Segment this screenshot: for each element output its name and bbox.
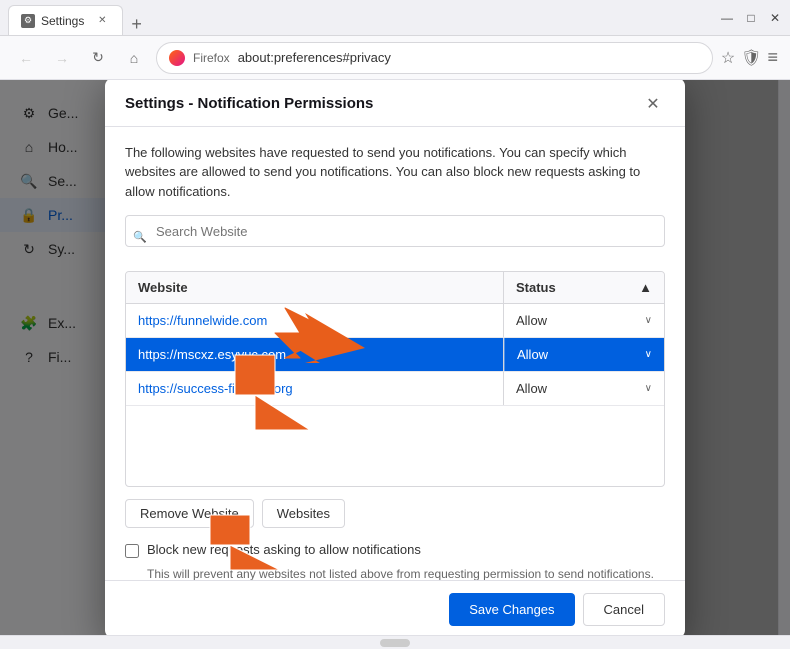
reload-button[interactable]: ↻ xyxy=(84,44,112,72)
status-value: Allow xyxy=(517,347,548,362)
table-row[interactable]: https://funnelwide.com Allow ∨ xyxy=(126,304,664,338)
search-website-input[interactable] xyxy=(125,215,665,247)
website-action-buttons: Remove Website Websites xyxy=(125,499,665,528)
status-dropdown-icon[interactable]: ∨ xyxy=(645,349,652,360)
block-notifications-checkbox[interactable] xyxy=(125,544,139,558)
browser-window: ⚙ Settings ✕ + — □ ✕ ← → ↻ ⌂ Firefox abo… xyxy=(0,0,790,649)
dialog-body: The following websites have requested to… xyxy=(105,127,685,580)
block-notifications-label[interactable]: Block new requests asking to allow notif… xyxy=(147,542,421,557)
dialog-title: Settings - Notification Permissions xyxy=(125,95,373,112)
status-label: Status xyxy=(516,280,556,295)
nav-bar: ← → ↻ ⌂ Firefox about:preferences#privac… xyxy=(0,36,790,80)
status-value: Allow xyxy=(516,381,547,396)
horizontal-scrollbar-thumb xyxy=(380,639,410,647)
browser-name-label: Firefox xyxy=(193,51,230,65)
table-header: Website Status ▲ xyxy=(126,272,664,304)
dialog-footer: Save Changes Cancel xyxy=(105,580,685,636)
website-url: https://mscxz.esyvuc.com xyxy=(126,338,504,371)
forward-button[interactable]: → xyxy=(48,44,76,72)
close-button[interactable]: ✕ xyxy=(768,11,782,25)
website-url: https://success-finance.org xyxy=(126,372,504,405)
new-tab-button[interactable]: + xyxy=(131,14,142,35)
website-table: Website Status ▲ https://funnelwide.com … xyxy=(125,271,665,487)
tab-favicon: ⚙ xyxy=(21,14,35,28)
back-button[interactable]: ← xyxy=(12,44,40,72)
home-button[interactable]: ⌂ xyxy=(120,44,148,72)
notification-permissions-dialog: Settings - Notification Permissions ✕ Th… xyxy=(105,80,685,635)
status-dropdown-icon[interactable]: ∨ xyxy=(645,383,652,394)
dialog-close-button[interactable]: ✕ xyxy=(641,92,665,116)
column-website-header: Website xyxy=(126,272,504,303)
shield-icon[interactable]: 🛡 xyxy=(741,48,761,68)
block-notifications-row: Block new requests asking to allow notif… xyxy=(125,542,665,558)
title-bar: ⚙ Settings ✕ + — □ ✕ xyxy=(0,0,790,36)
column-status-header: Status ▲ xyxy=(504,272,664,303)
table-row[interactable]: https://success-finance.org Allow ∨ xyxy=(126,372,664,406)
sort-icon[interactable]: ▲ xyxy=(639,280,652,295)
address-bar[interactable]: Firefox about:preferences#privacy xyxy=(156,42,713,74)
bookmark-icon[interactable]: ☆ xyxy=(721,48,735,68)
remove-website-button[interactable]: Remove Website xyxy=(125,499,254,528)
status-dropdown-icon[interactable]: ∨ xyxy=(645,315,652,326)
tab-area: ⚙ Settings ✕ + xyxy=(8,0,142,35)
website-status[interactable]: Allow ∨ xyxy=(504,372,664,405)
page-content: ⚙ Ge... ⌂ Ho... 🔍 Se... 🔒 Pr... ↻ Sy... … xyxy=(0,80,790,635)
all-websites-button[interactable]: Websites xyxy=(262,499,345,528)
tab-close-button[interactable]: ✕ xyxy=(94,13,110,29)
tab-title: Settings xyxy=(41,14,84,28)
dialog-description: The following websites have requested to… xyxy=(125,143,665,202)
block-notifications-description: This will prevent any websites not liste… xyxy=(147,566,665,580)
table-row[interactable]: https://mscxz.esyvuc.com Allow ∨ xyxy=(126,338,664,372)
active-tab[interactable]: ⚙ Settings ✕ xyxy=(8,5,123,35)
modal-overlay: Settings - Notification Permissions ✕ Th… xyxy=(0,80,790,635)
minimize-button[interactable]: — xyxy=(720,11,734,25)
horizontal-scrollbar[interactable] xyxy=(0,635,790,649)
save-changes-button[interactable]: Save Changes xyxy=(449,593,574,626)
status-value: Allow xyxy=(516,313,547,328)
dialog-header: Settings - Notification Permissions ✕ xyxy=(105,80,685,127)
website-url: https://funnelwide.com xyxy=(126,304,504,337)
website-status[interactable]: Allow ∨ xyxy=(504,338,664,371)
nav-actions: ☆ 🛡 ≡ xyxy=(721,47,778,68)
website-status[interactable]: Allow ∨ xyxy=(504,304,664,337)
search-wrapper xyxy=(125,215,665,259)
empty-table-area xyxy=(126,406,664,486)
firefox-logo xyxy=(169,50,185,66)
maximize-button[interactable]: □ xyxy=(744,11,758,25)
window-controls: — □ ✕ xyxy=(720,11,782,25)
menu-icon[interactable]: ≡ xyxy=(767,47,778,68)
url-display: about:preferences#privacy xyxy=(238,50,391,65)
cancel-button[interactable]: Cancel xyxy=(583,593,665,626)
